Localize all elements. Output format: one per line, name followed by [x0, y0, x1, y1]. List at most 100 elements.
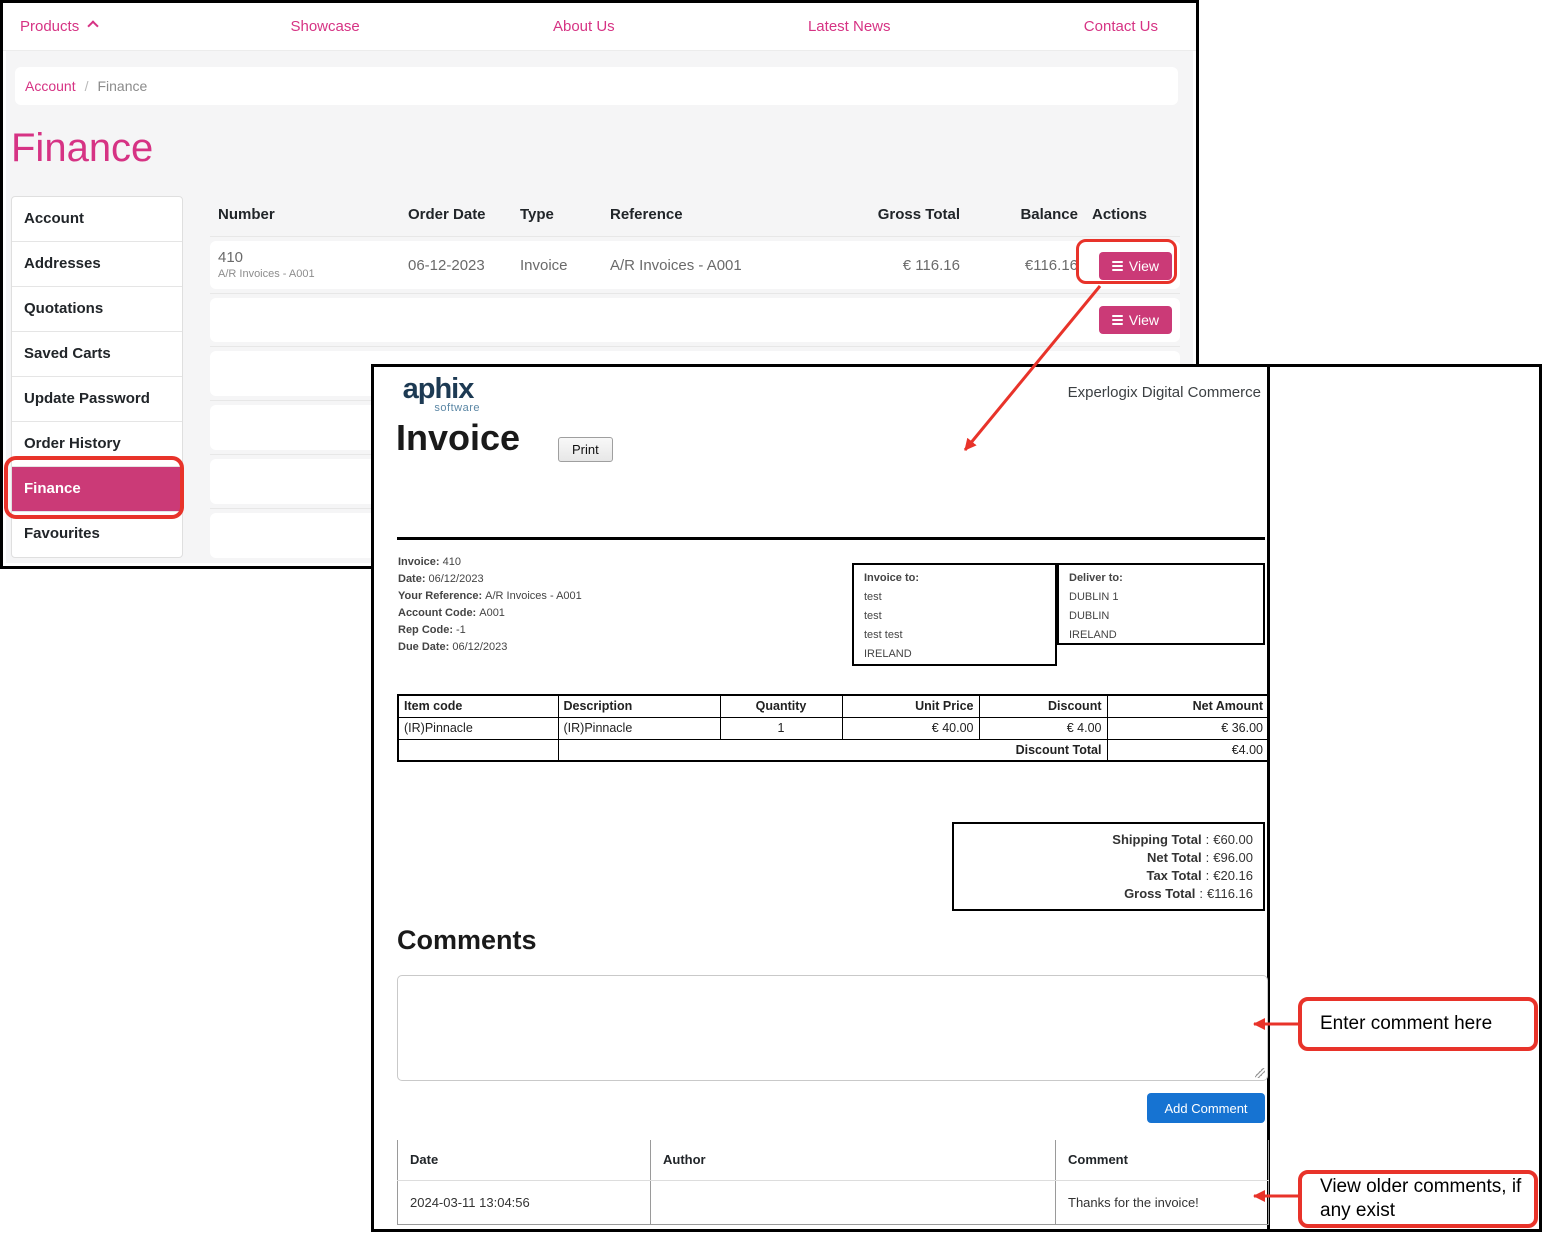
annotation-margin	[1270, 367, 1539, 1229]
col-date: Date	[398, 1140, 651, 1180]
total-label: Net Total	[1147, 850, 1202, 865]
deliver-to-box: Deliver to: DUBLIN 1 DUBLIN IRELAND	[1057, 563, 1265, 645]
print-button[interactable]: Print	[558, 437, 613, 462]
invoice-row-2: View	[210, 298, 1180, 342]
nav-item-latest-news[interactable]: Latest News	[808, 18, 891, 35]
address-line: test	[864, 591, 1045, 603]
comments-header-row: Date Author Comment	[398, 1140, 1269, 1180]
detail-value: -1	[456, 624, 466, 636]
invoice-number-cell: 410 A/R Invoices - A001	[218, 249, 408, 281]
sidebar-item-addresses[interactable]: Addresses	[12, 242, 182, 287]
address-line: DUBLIN 1	[1069, 591, 1253, 603]
col-discount: Discount	[979, 695, 1107, 717]
sidebar-item-quotations[interactable]: Quotations	[12, 287, 182, 332]
callout-text: Enter comment here	[1320, 1012, 1492, 1036]
invoice-to-box: Invoice to: test test test test IRELAND	[852, 563, 1057, 666]
divider	[210, 346, 1180, 347]
address-line: test test	[864, 629, 1045, 641]
detail-label: Date:	[398, 573, 426, 585]
nav-item-products-label: Products	[20, 18, 79, 35]
nav-item-showcase[interactable]: Showcase	[290, 18, 359, 35]
detail-value: 06/12/2023	[429, 573, 484, 585]
breadcrumb-account-link[interactable]: Account	[25, 78, 76, 94]
detail-your-reference: Your Reference:A/R Invoices - A001	[398, 590, 582, 602]
col-description: Description	[558, 695, 720, 717]
total-value: €60.00	[1213, 832, 1253, 847]
col-quantity: Quantity	[720, 695, 842, 717]
nav-item-contact-us[interactable]: Contact Us	[1084, 18, 1158, 35]
invoice-number: 410	[218, 249, 243, 266]
enter-comment-callout: Enter comment here	[1298, 997, 1538, 1051]
detail-due-date: Due Date:06/12/2023	[398, 641, 582, 653]
col-unit-price: Unit Price	[842, 695, 979, 717]
col-comment: Comment	[1056, 1140, 1269, 1180]
total-separator: :	[1206, 832, 1210, 847]
deliver-to-label: Deliver to:	[1069, 572, 1253, 584]
sidebar-item-order-history[interactable]: Order History	[12, 422, 182, 467]
invoice-row-410: 410A/R Invoices - A001 06-12-2023 Invoic…	[210, 241, 1180, 289]
detail-label: Account Code:	[398, 607, 476, 619]
breadcrumb: Account / Finance	[15, 67, 1178, 105]
net-total-line: Net Total:€96.00	[954, 850, 1253, 865]
invoice-window: aphix software Experlogix Digital Commer…	[371, 364, 1542, 1232]
resize-handle-icon[interactable]	[1255, 1068, 1265, 1078]
breadcrumb-current: Finance	[97, 78, 147, 94]
unit-price-cell: € 40.00	[842, 717, 979, 739]
nav-item-about-us[interactable]: About Us	[553, 18, 615, 35]
total-label: Gross Total	[1124, 886, 1195, 901]
col-net-amount: Net Amount	[1107, 695, 1269, 717]
item-code-cell: (IR)Pinnacle	[398, 717, 558, 739]
sidebar-item-finance[interactable]: Finance	[12, 467, 182, 512]
divider	[397, 537, 1265, 540]
sidebar-item-saved-carts[interactable]: Saved Carts	[12, 332, 182, 377]
col-item-code: Item code	[398, 695, 558, 717]
comments-heading: Comments	[397, 925, 537, 956]
invoice-details: Invoice:410 Date:06/12/2023 Your Referen…	[398, 556, 582, 658]
col-author: Author	[651, 1140, 1056, 1180]
view-button-label: View	[1129, 312, 1159, 328]
total-label: Shipping Total	[1112, 832, 1201, 847]
callout-text: View older comments, if any exist	[1320, 1175, 1524, 1223]
sidebar-item-update-password[interactable]: Update Password	[12, 377, 182, 422]
col-header-actions: Actions	[1078, 206, 1172, 223]
chevron-up-icon	[88, 20, 99, 31]
net-amount-cell: € 36.00	[1107, 717, 1269, 739]
comment-text-cell: Thanks for the invoice!	[1056, 1180, 1269, 1224]
items-header-row: Item code Description Quantity Unit Pric…	[398, 695, 1269, 717]
discount-cell: € 4.00	[979, 717, 1107, 739]
view-older-comments-callout: View older comments, if any exist	[1298, 1170, 1538, 1228]
tax-total-line: Tax Total:€20.16	[954, 868, 1253, 883]
total-value: €96.00	[1213, 850, 1253, 865]
col-header-reference: Reference	[610, 206, 820, 223]
invoice-number-sub: A/R Invoices - A001	[218, 268, 408, 281]
sidebar-item-account[interactable]: Account	[12, 197, 182, 242]
type-cell: Invoice	[520, 257, 610, 274]
total-value: €116.16	[1207, 886, 1253, 901]
discount-total-label: Discount Total	[558, 739, 1107, 761]
account-sidebar: Account Addresses Quotations Saved Carts…	[11, 196, 183, 558]
detail-value: A/R Invoices - A001	[485, 590, 582, 602]
view-invoice-button-2[interactable]: View	[1099, 306, 1172, 334]
col-header-balance: Balance	[960, 206, 1078, 223]
detail-value: 410	[443, 556, 461, 568]
nav-item-products[interactable]: Products	[20, 18, 97, 35]
detail-account-code: Account Code:A001	[398, 607, 582, 619]
page-title: Finance	[11, 126, 153, 171]
finance-table-header: Number Order Date Type Reference Gross T…	[210, 196, 1180, 232]
view-invoice-button[interactable]: View	[1099, 252, 1172, 280]
invoice-items-table: Item code Description Quantity Unit Pric…	[397, 694, 1270, 762]
add-comment-button[interactable]: Add Comment	[1147, 1093, 1265, 1123]
commerce-platform-label: Experlogix Digital Commerce	[1068, 384, 1261, 401]
detail-label: Rep Code:	[398, 624, 453, 636]
detail-label: Invoice:	[398, 556, 440, 568]
sidebar-item-favourites[interactable]: Favourites	[12, 512, 182, 557]
description-cell: (IR)Pinnacle	[558, 717, 720, 739]
gross-total-cell: € 116.16	[820, 257, 960, 274]
comment-input-wrap	[397, 975, 1268, 1081]
gross-total-line: Gross Total:€116.16	[954, 886, 1253, 901]
detail-rep-code: Rep Code:-1	[398, 624, 582, 636]
comment-date-cell: 2024-03-11 13:04:56	[398, 1180, 651, 1224]
detail-date: Date:06/12/2023	[398, 573, 582, 585]
divider	[210, 293, 1180, 294]
comment-textarea[interactable]	[397, 975, 1268, 1081]
